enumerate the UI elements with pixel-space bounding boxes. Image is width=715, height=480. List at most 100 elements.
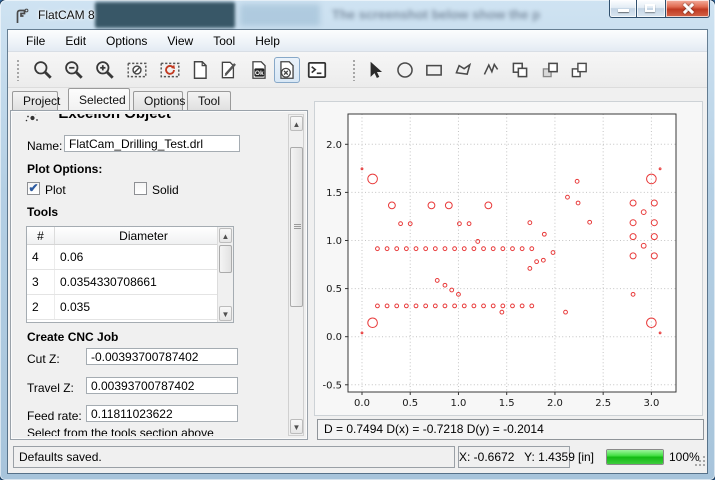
cell-tool-dia: 0.06 [55,245,233,269]
draw-polyline-button[interactable] [478,57,504,83]
tools-hint-text: Select from the tools section above [27,426,214,436]
clear-plot-button[interactable] [124,57,150,83]
polyline-icon [480,59,502,81]
circle-icon [394,59,416,81]
object-title-row: Excellon Object [23,114,171,133]
zoom-fit-button[interactable] [30,57,56,83]
draw-circle-button[interactable] [392,57,418,83]
table-scrollbar[interactable]: ▲ ▼ [217,227,233,322]
titlebar-bleed [95,2,235,28]
scrollbar-grip [294,224,301,225]
panel-scroll-down-icon[interactable]: ▼ [290,419,303,434]
progress-bar [606,449,664,465]
zoom-out-icon [63,59,85,81]
draw-rectangle-button[interactable] [421,57,447,83]
toolbar-grip[interactable] [16,59,20,81]
feedrate-input[interactable] [86,405,238,422]
close-button[interactable] [665,0,710,18]
tab-project[interactable]: Project [12,91,58,110]
menu-help[interactable]: Help [245,31,290,51]
copy-geometry-button[interactable] [537,57,563,83]
titlebar-bleed-2 [240,4,320,26]
cancel-edit-icon [276,59,298,81]
table-row[interactable]: 3 0.0354330708661 [27,270,233,295]
maximize-button[interactable] [637,0,665,18]
menu-file[interactable]: File [16,31,55,51]
svg-text:0.5: 0.5 [326,284,342,295]
polygon-icon [452,59,474,81]
pointer-button[interactable] [362,57,388,83]
zoom-out-button[interactable] [61,57,87,83]
cutz-input[interactable] [86,348,238,365]
join-geometry-button[interactable] [566,57,592,83]
cell-tool-num: 2 [27,295,55,319]
copy-object-button[interactable] [507,57,533,83]
menu-edit[interactable]: Edit [55,31,96,51]
panel-scrollbar-thumb[interactable] [290,147,303,307]
plot-figure[interactable]: 0.00.51.01.52.02.53.0-0.50.00.51.01.52.0 [314,101,703,416]
cell-tool-dia: 0.035 [55,295,233,319]
copy-object-icon [509,59,531,81]
tab-selected[interactable]: Selected [68,88,130,110]
progress-fill [607,450,663,464]
col-header-num[interactable]: # [27,227,55,244]
background-window-text: The screenshot below show the p [332,7,592,25]
menu-view[interactable]: View [157,31,203,51]
col-header-diameter[interactable]: Diameter [55,227,233,244]
table-scroll-down-icon[interactable]: ▼ [219,306,232,321]
draw-polygon-button[interactable] [450,57,476,83]
name-input[interactable] [64,135,240,152]
table-row[interactable]: 4 0.06 [27,245,233,270]
svg-text:1.0: 1.0 [326,236,342,247]
svg-text:2.5: 2.5 [595,398,611,409]
panel-scroll-content: Excellon Object Name: Plot Options: ✔ Pl… [15,114,287,436]
new-file-button[interactable] [187,57,213,83]
tools-label: Tools [27,205,58,219]
shell-button[interactable] [304,57,330,83]
table-scrollbar-thumb[interactable] [219,245,232,273]
travelz-label: Travel Z: [27,381,74,395]
shell-icon [306,59,328,81]
panel-scrollbar[interactable]: ▲ ▼ [288,114,304,436]
distance-readout: D = 0.7494 D(x) = -0.7218 D(y) = -0.2014 [317,419,704,440]
tab-tool[interactable]: Tool [187,91,231,110]
titlebar[interactable]: The screenshot below show the p FlatCAM … [0,0,715,30]
apply-edit-button[interactable]: Ok [246,57,272,83]
apply-edit-icon: Ok [248,59,270,81]
menu-options[interactable]: Options [96,31,157,51]
drill-pattern-icon [23,114,41,125]
new-file-icon [189,59,211,81]
tools-table-header: # Diameter [27,227,233,245]
table-row[interactable]: 2 0.035 [27,295,233,320]
zoom-in-button[interactable] [92,57,118,83]
close-icon [682,3,694,14]
edit-file-button[interactable] [216,57,242,83]
feedrate-label: Feed rate: [27,409,82,423]
svg-text:0.0: 0.0 [354,398,370,409]
table-scroll-up-icon[interactable]: ▲ [219,228,232,243]
svg-text:2.0: 2.0 [326,140,342,151]
svg-text:0.5: 0.5 [402,398,418,409]
mouse-coordinates: X: -0.6672 Y: 1.4359 [458,446,570,468]
tab-options[interactable]: Options [133,91,183,110]
svg-text:0.0: 0.0 [326,332,342,343]
edit-file-icon [218,59,240,81]
resize-grip-icon[interactable] [693,454,705,466]
toolbar-grip-2[interactable] [352,59,356,81]
solid-checkbox-label: Solid [152,183,179,197]
replot-button[interactable] [157,57,183,83]
menu-tool[interactable]: Tool [203,31,245,51]
join-geometry-icon [568,59,590,81]
cancel-edit-button[interactable] [274,57,300,83]
toolbar: Ok [8,52,707,88]
solid-checkbox[interactable] [134,182,147,195]
travelz-input[interactable] [86,377,238,394]
minimize-button[interactable] [609,0,637,18]
panel-scroll-up-icon[interactable]: ▲ [290,116,303,131]
cell-tool-num: 3 [27,270,55,294]
cnc-section-title: Create CNC Job [27,330,118,344]
svg-text:1.0: 1.0 [451,398,467,409]
object-title: Excellon Object [58,114,171,122]
plot-checkbox[interactable]: ✔ [27,182,40,195]
plot-svg[interactable]: 0.00.51.01.52.02.53.0-0.50.00.51.01.52.0 [315,102,702,415]
